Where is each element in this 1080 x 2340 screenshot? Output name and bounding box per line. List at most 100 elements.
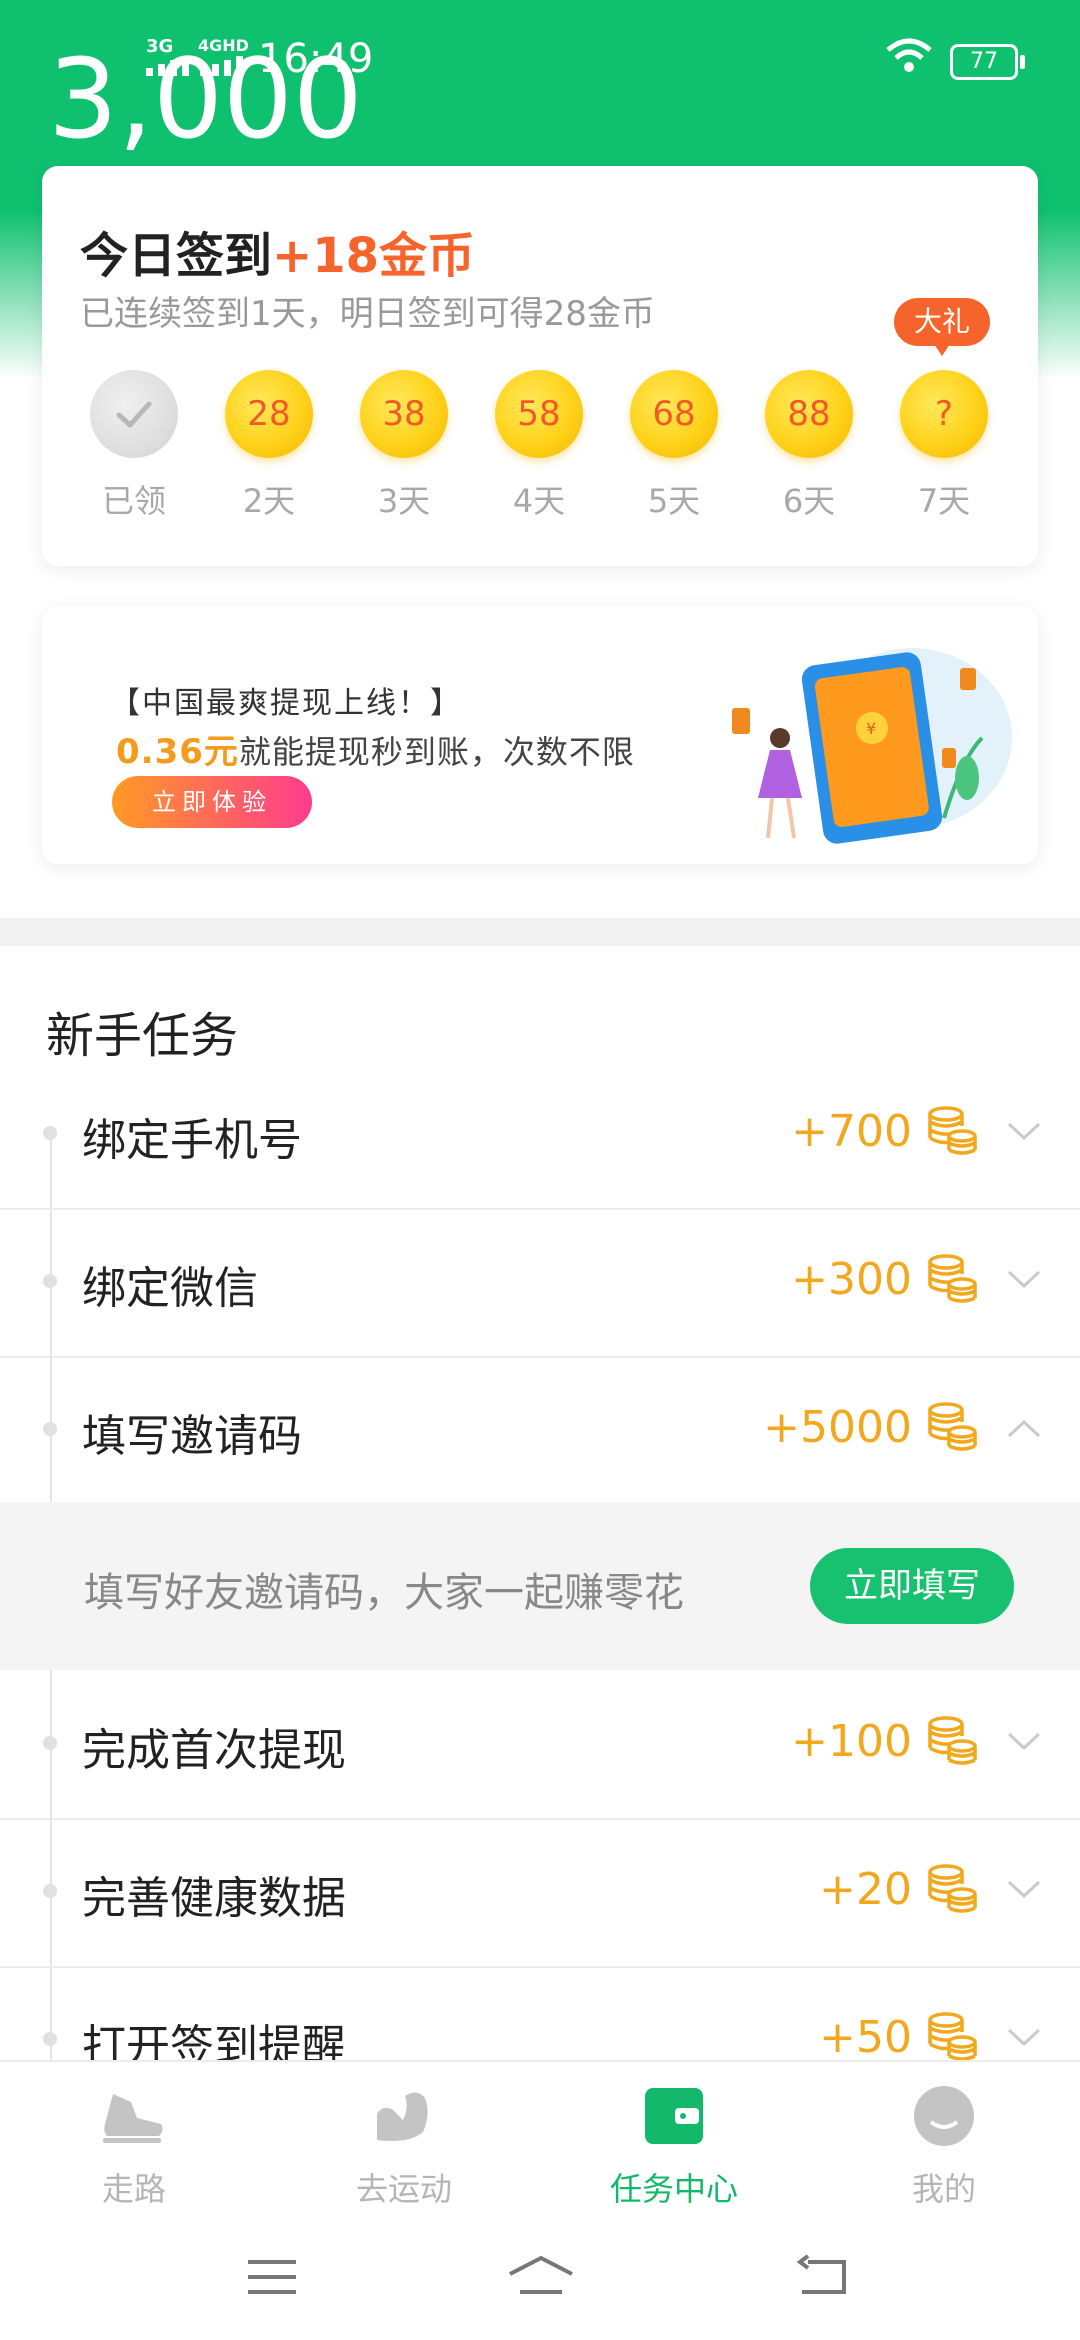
svg-text:¥: ¥ [866,719,876,738]
checkin-day-7: ? 7天 [879,370,1009,522]
checkin-bonus: +18金币 [272,228,476,284]
coin-icon: 38 [360,370,448,458]
timeline-dot [43,1736,57,1750]
try-now-button[interactable]: 立即体验 [112,776,312,828]
status-bar: 3G 4GHD 16:49 77 [0,0,1080,120]
task-bind-wechat[interactable]: 绑定微信 +300 [0,1208,1080,1358]
task-reward: +20 [819,1864,912,1915]
timeline-dot [43,1422,57,1436]
checkin-card: 今日签到+18金币 已连续签到1天，明日签到可得28金币 大礼 已领 28 2天… [42,166,1038,566]
withdraw-banner[interactable]: 【中国最爽提现上线！】 0.36元就能提现秒到账，次数不限 立即体验 ¥ [42,606,1038,864]
timeline-dot [43,1274,57,1288]
chevron-down-icon[interactable] [1006,2020,1042,2056]
checkin-day-label: 5天 [647,482,701,520]
task-name: 绑定微信 [82,1263,258,1314]
battery-icon: 77 [950,44,1025,80]
checkin-days: 已领 28 2天 38 3天 58 4天 68 5天 88 6天 ? 7天 [42,370,1038,530]
checkin-day-label: 4天 [512,482,566,520]
chevron-down-icon[interactable] [1006,1872,1042,1908]
task-name: 绑定手机号 [82,1115,302,1166]
checkmark-coin-icon [90,370,178,458]
task-reward: +5000 [763,1402,912,1453]
tab-label: 去运动 [355,2170,452,2208]
checkin-day-3: 38 3天 [339,370,469,522]
coins-icon [928,1106,977,1155]
task-reward: +100 [791,1716,912,1767]
fill-invite-code-button[interactable]: 立即填写 [810,1548,1014,1624]
invite-code-hint: 填写好友邀请码，大家一起赚零花 [84,1570,684,1616]
home-icon[interactable] [506,2252,576,2302]
task-name: 填写邀请码 [82,1411,302,1462]
back-icon[interactable] [794,2252,854,2302]
checkin-day-label: 2天 [242,482,296,520]
coin-icon: 68 [630,370,718,458]
checkin-day-label: 6天 [782,482,836,520]
task-reward: +300 [791,1254,912,1305]
checkin-day-label: 7天 [917,482,971,520]
task-invite-code[interactable]: 填写邀请码 +5000 [0,1356,1080,1504]
tab-me[interactable]: 我的 [844,2084,1044,2210]
system-nav-bar [0,2210,1080,2340]
chevron-down-icon[interactable] [1006,1114,1042,1150]
task-name: 完善健康数据 [82,1873,346,1924]
signal-bars-icon [146,56,189,76]
banner-subline: 0.36元就能提现秒到账，次数不限 [116,724,635,773]
big-gift-badge: 大礼 [894,298,990,356]
banner-amount: 0.36元 [116,732,239,772]
task-reward: +50 [819,2012,912,2063]
tab-exercise[interactable]: 去运动 [304,2084,504,2210]
task-reward: +700 [791,1106,912,1157]
checkin-day-6: 88 6天 [744,370,874,522]
chevron-down-icon[interactable] [1006,1724,1042,1760]
tab-task-center[interactable]: 任务中心 [574,2084,774,2210]
wallet-icon [645,2088,703,2144]
tab-label: 我的 [911,2170,976,2208]
tab-label: 任务中心 [609,2170,738,2208]
checkin-day-label: 已领 [101,482,166,520]
bottom-tab-bar: 走路 去运动 任务中心 我的 [0,2060,1080,2212]
task-first-withdraw[interactable]: 完成首次提现 +100 [0,1670,1080,1820]
newbie-tasks-title: 新手任务 [46,1008,239,1064]
phone-withdraw-illustration: ¥ [732,648,1012,844]
tab-label: 走路 [101,2170,166,2208]
checkin-day-5: 68 5天 [609,370,739,522]
checkin-day-label: 3天 [377,482,431,520]
signal-label-3g: 3G [146,36,174,57]
coin-icon: 58 [495,370,583,458]
banner-subline-text: 就能提现秒到账，次数不限 [238,733,635,771]
coins-icon [928,1402,977,1451]
invite-code-panel: 填写好友邀请码，大家一起赚零花 立即填写 [0,1502,1080,1670]
timeline-dot [43,2032,57,2046]
mystery-coin-icon: ? [900,370,988,458]
checkin-title-text: 今日签到 [80,228,273,284]
checkin-title: 今日签到+18金币 [80,216,475,286]
task-bind-phone[interactable]: 绑定手机号 +700 [0,1060,1080,1210]
timeline-dot [43,1884,57,1898]
task-name: 完成首次提现 [82,1725,346,1776]
coin-icon: 88 [765,370,853,458]
menu-icon[interactable] [242,2252,302,2302]
checkin-day-4: 58 4天 [474,370,604,522]
chevron-down-icon[interactable] [1006,1262,1042,1298]
signal-label-4g: 4GHD [198,36,249,55]
profile-face-icon [914,2086,974,2146]
checkin-subtitle: 已连续签到1天，明日签到可得28金币 [80,294,655,334]
coins-icon [928,2012,977,2061]
task-health-data[interactable]: 完善健康数据 +20 [0,1818,1080,1968]
section-divider [0,918,1080,946]
banner-headline: 【中国最爽提现上线！】 [110,686,462,721]
tab-walk[interactable]: 走路 [34,2084,234,2210]
signal-bars-icon-2 [200,56,243,76]
timeline-dot [43,1126,57,1140]
flexed-arm-icon [377,2092,428,2141]
checkin-day-1: 已领 [69,370,199,522]
clock: 16:49 [258,36,374,82]
coins-icon [928,1254,977,1303]
coins-icon [928,1716,977,1765]
wifi-icon [886,38,932,72]
chevron-up-icon[interactable] [1006,1410,1042,1446]
checkin-day-2: 28 2天 [204,370,334,522]
coin-icon: 28 [225,370,313,458]
sneaker-icon [103,2094,163,2143]
coins-icon [928,1864,977,1913]
